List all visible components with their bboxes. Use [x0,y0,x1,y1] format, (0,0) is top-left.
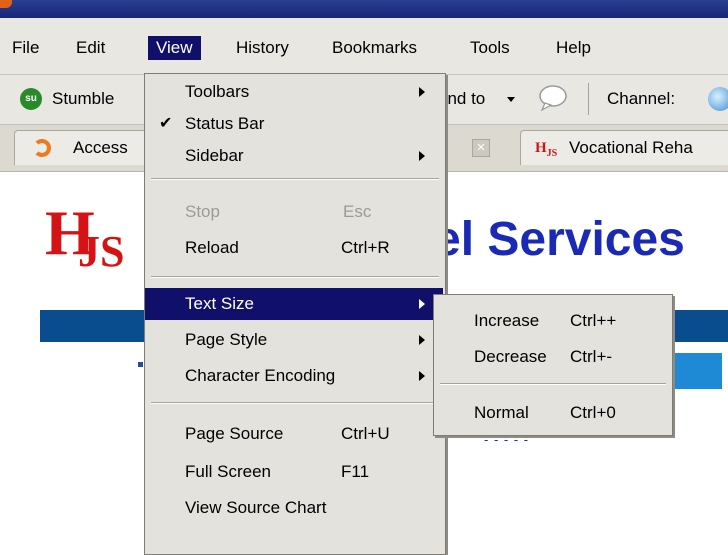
menu-item-normal[interactable]: Normal Ctrl+0 [434,397,672,429]
menu-file[interactable]: File [12,38,39,58]
hjs-favicon-icon: HJS [535,140,558,159]
menu-item-shortcut: Ctrl+U [341,424,390,443]
toolbar-divider [588,83,589,115]
menu-item-label: Status Bar [185,114,265,133]
tab-vocational[interactable]: HJS Vocational Reha [520,130,728,165]
menu-item-label: Stop [185,202,220,221]
tab-label: Vocational Reha [569,138,693,157]
speech-bubble-icon[interactable] [536,83,570,113]
tab-access[interactable]: Access [14,130,148,165]
menu-item-page-source[interactable]: Page Source Ctrl+U [145,418,445,450]
stumbleupon-icon[interactable]: su [20,88,42,110]
menu-item-text-size[interactable]: Text Size [145,288,443,320]
menu-separator [151,276,439,278]
menu-view[interactable]: View [148,36,201,60]
view-menu: Toolbars ✔ Status Bar Sidebar Stop Esc R… [144,73,446,555]
channel-label: Channel: [607,89,676,108]
menu-separator [440,383,666,385]
menu-item-label: Full Screen [185,462,271,481]
menu-item-full-screen[interactable]: Full Screen F11 [145,456,445,488]
menu-item-reload[interactable]: Reload Ctrl+R [145,232,445,264]
menu-item-label: Page Source [185,424,284,443]
menu-item-label: Character Encoding [185,366,336,385]
logo-letters-js: JS [78,227,125,276]
menu-item-label: Increase [474,311,540,330]
channel-globe-icon[interactable] [708,87,728,111]
menu-item-shortcut: Ctrl+0 [570,403,616,422]
menu-item-label: View Source Chart [185,498,327,517]
menu-separator [151,178,439,180]
menu-tools[interactable]: Tools [470,38,510,58]
menu-item-label: Toolbars [185,82,250,101]
menu-help[interactable]: Help [556,38,591,58]
menu-item-view-source-chart[interactable]: View Source Chart [145,492,445,524]
menu-item-toolbars[interactable]: Toolbars [145,76,445,108]
menu-item-shortcut: Ctrl++ [570,311,617,330]
submenu-arrow-icon [419,151,425,161]
menu-item-increase[interactable]: Increase Ctrl++ [434,305,672,337]
menu-item-label: Sidebar [185,146,244,165]
menu-item-label: Decrease [474,347,547,366]
window-titlebar [0,0,728,18]
menu-item-stop[interactable]: Stop Esc [145,196,445,228]
page-heading: el Services [434,213,685,266]
menu-item-label: Page Style [185,330,268,349]
submenu-arrow-icon [419,87,425,97]
menu-edit[interactable]: Edit [76,38,105,58]
stumble-button[interactable]: Stumble [52,89,114,109]
bullet-icon [138,362,143,367]
menu-item-label: Reload [185,238,239,257]
menu-history[interactable]: History [236,38,289,58]
menu-separator [151,402,439,404]
close-tab-icon[interactable]: ✕ [472,139,490,157]
menu-item-label: Text Size [185,294,254,313]
menu-item-shortcut: Esc [343,202,372,221]
menu-item-shortcut: Ctrl+R [341,238,390,257]
menu-item-sidebar[interactable]: Sidebar [145,140,445,172]
submenu-arrow-icon [419,371,425,381]
menu-item-shortcut: Ctrl+- [570,347,613,366]
chevron-down-icon[interactable] [507,97,515,102]
menu-item-status-bar[interactable]: ✔ Status Bar [145,108,445,140]
menu-bar: File Edit View History Bookmarks Tools H… [0,18,728,74]
access-favicon-icon [33,139,51,157]
checkmark-icon: ✔ [159,115,173,132]
firefox-icon [0,0,12,8]
nav-banner-secondary [670,353,722,389]
menu-item-character-encoding[interactable]: Character Encoding [145,360,445,392]
tab-label: Access [73,138,128,157]
menu-item-shortcut: F11 [341,462,370,481]
menu-bookmarks[interactable]: Bookmarks [332,38,417,58]
menu-item-page-style[interactable]: Page Style [145,324,445,356]
submenu-arrow-icon [419,299,425,309]
submenu-arrow-icon [419,335,425,345]
text-size-submenu: Increase Ctrl++ Decrease Ctrl+- Normal C… [433,294,673,436]
menu-item-label: Normal [474,403,529,422]
menu-item-decrease[interactable]: Decrease Ctrl+- [434,341,672,373]
